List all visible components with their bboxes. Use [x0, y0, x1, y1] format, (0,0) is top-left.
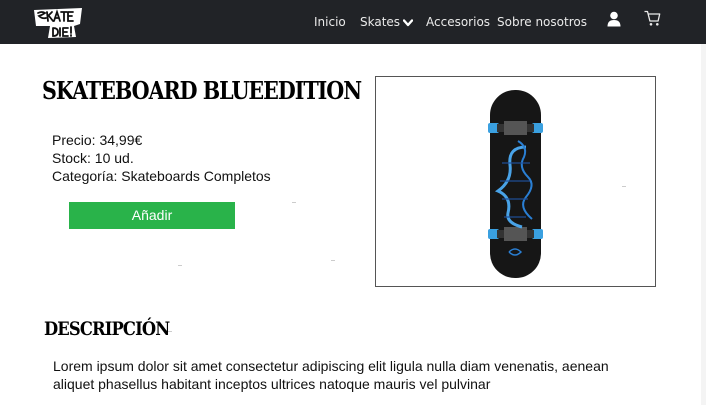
cart-icon[interactable]	[644, 10, 661, 32]
add-to-cart-button[interactable]: Añadir	[69, 202, 235, 229]
logo-icon	[34, 8, 82, 38]
chevron-down-icon	[403, 18, 414, 26]
nav-link-accesorios[interactable]: Accesorios	[426, 14, 490, 30]
description-text: Lorem ipsum dolor sit amet consectetur a…	[53, 358, 609, 392]
nav-link-skates-label: Skates	[360, 15, 401, 29]
logo[interactable]	[30, 4, 86, 40]
description-heading: DESCRIPCIÓN	[44, 318, 170, 340]
decorative-speck	[292, 202, 296, 203]
product-price: Precio: 34,99€	[52, 132, 143, 148]
nav-link-inicio[interactable]: Inicio	[314, 14, 346, 30]
nav-link-sobre-nosotros[interactable]: Sobre nosotros	[497, 14, 587, 30]
decorative-speck	[168, 331, 172, 332]
product-image	[375, 76, 656, 287]
scrollbar[interactable]	[701, 44, 706, 405]
decorative-speck	[622, 186, 626, 187]
product-stock: Stock: 10 ud.	[52, 150, 134, 166]
decorative-speck	[331, 260, 335, 261]
user-icon[interactable]	[607, 11, 621, 32]
product-category: Categoría: Skateboards Completos	[52, 168, 271, 184]
decorative-speck	[178, 265, 182, 266]
product-title: SKATEBOARD BLUEEDITION	[42, 76, 362, 105]
navbar: Inicio Skates Accesorios Sobre nosotros	[0, 0, 706, 44]
nav-dropdown-skates[interactable]: Skates	[360, 14, 414, 30]
skateboard-image	[488, 90, 543, 278]
